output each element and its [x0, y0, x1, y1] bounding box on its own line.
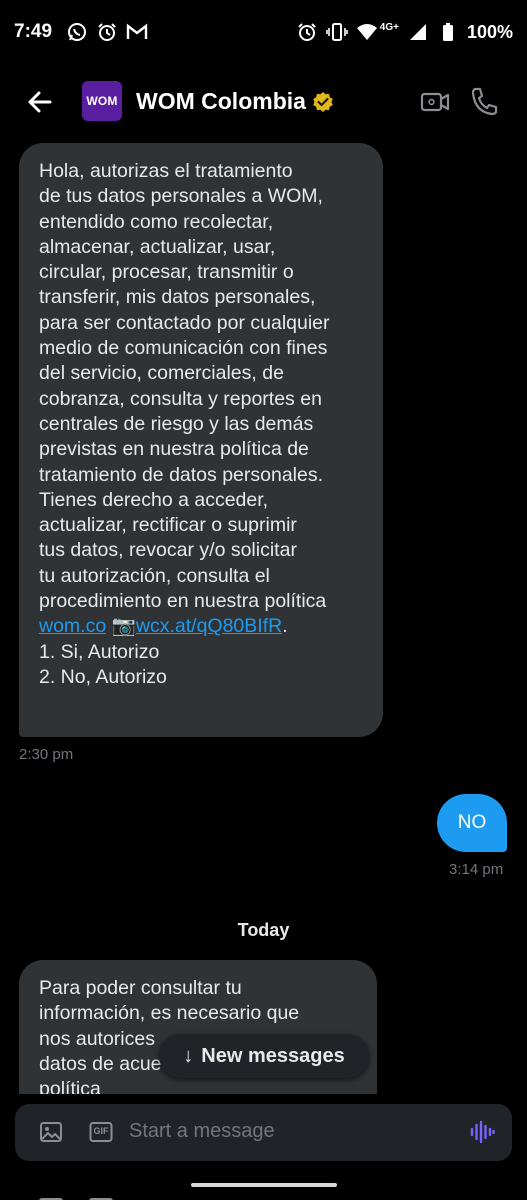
alarm-icon	[296, 21, 318, 43]
battery-percent: 100%	[466, 21, 513, 42]
option-1-text: 1. Si, Autorizo	[39, 640, 160, 663]
status-bar: 7:49 4G+ 100%	[0, 0, 527, 64]
back-arrow-icon	[28, 91, 52, 113]
message-text-line: tus datos, revocar y/o solicitar	[39, 539, 297, 562]
message-text-line: Para poder consultar tu	[39, 977, 242, 999]
alarm-icon	[96, 21, 118, 43]
message-composer: GIF Start a message	[15, 1104, 512, 1161]
network-type-label: 4G+	[379, 21, 399, 33]
battery-icon	[437, 21, 459, 43]
reply-timestamp: 3:14 pm	[449, 861, 504, 878]
message-text-line: transferir, mis datos personales,	[39, 286, 316, 309]
whatsapp-icon	[66, 21, 88, 43]
add-photo-button[interactable]	[39, 1120, 63, 1144]
voice-message-button[interactable]	[469, 1119, 495, 1145]
link-suffix: .	[282, 615, 288, 638]
image-icon	[40, 1122, 62, 1142]
camera-emoji: 📷	[111, 615, 136, 638]
status-time: 7:49	[14, 21, 53, 42]
outgoing-message-text: NO	[457, 812, 487, 833]
message-text-line: previstas en nuestra política de	[39, 438, 309, 461]
message-text-line: Tienes derecho a acceder,	[39, 488, 269, 511]
conversation-name: WOM Colombia	[136, 88, 306, 114]
message-timestamp: 2:30 pm	[19, 746, 74, 763]
short-url-link[interactable]: wcx.at/qQ80BIfR	[136, 615, 282, 637]
conversation-title[interactable]: WOM Colombia	[136, 88, 334, 115]
message-text-line: información, es necesario que	[39, 1002, 300, 1025]
bottom-toolbar-peek	[0, 1192, 527, 1200]
phone-icon	[471, 87, 498, 116]
message-text-line: de tus datos personales a WOM,	[39, 185, 323, 208]
gif-label: GIF	[93, 1126, 109, 1136]
message-text-line: política	[39, 1078, 101, 1094]
voice-waveform-icon	[470, 1120, 495, 1144]
message-text-line: del servicio, comerciales, de	[39, 362, 284, 385]
incoming-message-bubble[interactable]: Hola, autorizas el tratamiento de tus da…	[19, 143, 383, 737]
video-camera-icon	[420, 92, 450, 112]
message-text-line: circular, procesar, transmitir o	[39, 261, 294, 284]
gmail-icon	[126, 21, 148, 43]
add-gif-button[interactable]: GIF	[89, 1120, 113, 1144]
day-separator: Today	[237, 920, 290, 940]
message-link-line: wom.co 📷wcx.at/qQ80BIfR.	[39, 614, 365, 639]
back-button[interactable]	[24, 86, 56, 118]
cell-signal-icon	[407, 21, 429, 43]
new-messages-button[interactable]: ↓ New messages	[159, 1034, 369, 1078]
message-text-line: cobranza, consulta y reportes en	[39, 387, 322, 410]
message-input[interactable]: Start a message	[129, 1120, 449, 1143]
wom-website-link[interactable]: wom.co	[39, 615, 106, 637]
message-text-line: tu autorización, consulta el	[39, 564, 270, 587]
new-messages-label: New messages	[201, 1044, 345, 1067]
wifi-icon	[356, 21, 378, 43]
message-text-line: Hola, autorizas el tratamiento	[39, 160, 293, 182]
verified-badge-icon	[313, 91, 333, 112]
message-text-line: para ser contactado por cualquier	[39, 311, 330, 334]
avatar[interactable]: WOM	[82, 81, 122, 121]
message-text-line: tratamiento de datos personales.	[39, 463, 324, 486]
message-list[interactable]: Hola, autorizas el tratamiento de tus da…	[0, 136, 527, 1094]
option-2-text: 2. No, Autorizo	[39, 665, 167, 688]
video-call-button[interactable]	[420, 87, 450, 117]
down-arrow-icon: ↓	[183, 1044, 194, 1067]
vibrate-icon	[325, 21, 348, 43]
message-text-line: procedimiento en nuestra política	[39, 590, 327, 613]
home-indicator[interactable]	[191, 1183, 337, 1187]
message-text-line: medio de comunicación con fines	[39, 337, 328, 360]
conversation-header: WOM WOM Colombia	[0, 64, 527, 136]
message-text-line: centrales de riesgo y las demás	[39, 412, 314, 435]
message-text-line: actualizar, rectificar o suprimir	[39, 514, 297, 537]
voice-call-button[interactable]	[470, 86, 498, 116]
message-text-line: almacenar, actualizar, usar,	[39, 235, 276, 258]
message-text-line: entendido como recolectar,	[39, 210, 274, 233]
outgoing-message-bubble[interactable]: NO	[437, 794, 507, 852]
